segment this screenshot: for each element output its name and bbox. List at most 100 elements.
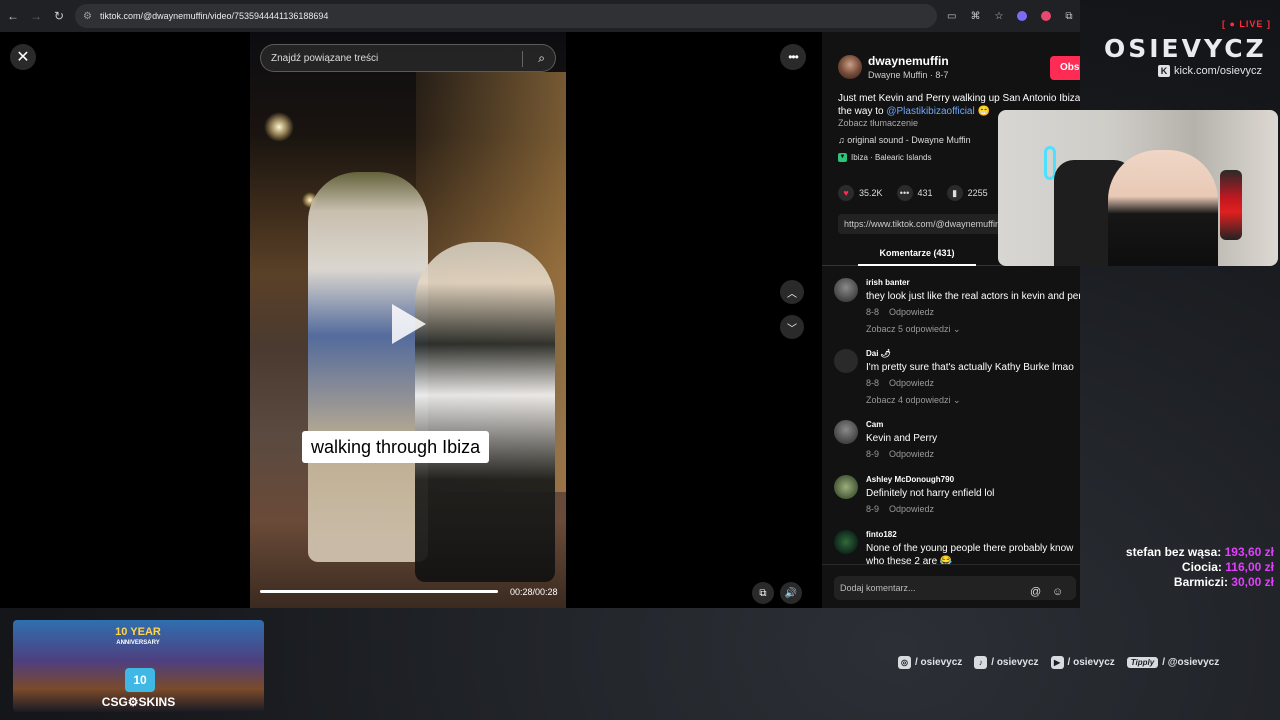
comment-username[interactable]: irish banter	[866, 278, 910, 287]
search-icon[interactable]: ⌕	[538, 51, 545, 66]
social-youtube: ▶ / osievycz	[1050, 656, 1115, 669]
sound-link[interactable]: ♫ original sound - Dwayne Muffin	[838, 135, 971, 145]
location-link[interactable]: ▼ Ibiza · Balearic Islands	[838, 153, 931, 162]
cast-icon[interactable]: ▭	[947, 11, 956, 22]
mention-link[interactable]: @Plastikibizaofficial	[886, 106, 974, 117]
previous-video-icon[interactable]: ︿	[780, 280, 804, 304]
extension-icon[interactable]	[1017, 10, 1028, 21]
youtube-icon: ▶	[1050, 656, 1064, 669]
back-icon[interactable]: ←	[3, 6, 23, 26]
play-icon[interactable]	[392, 304, 426, 344]
tab-comments[interactable]: Komentarze (431)	[858, 248, 976, 258]
comment-username[interactable]: Dai 🌶	[866, 349, 891, 358]
volume-icon[interactable]: 🔊	[780, 582, 802, 604]
author-username[interactable]: dwaynemuffin	[868, 54, 949, 68]
view-replies-button[interactable]: Zobacz 5 odpowiedzi ⌄	[866, 324, 961, 335]
save-button[interactable]: ▮ 2255	[946, 185, 988, 201]
comment-date: 8-8	[866, 378, 880, 388]
comments-count: 431	[917, 188, 933, 198]
avatar[interactable]	[834, 278, 858, 302]
comment-text: Definitely not harry enfield lol	[866, 488, 995, 499]
progress-fill	[260, 590, 498, 593]
translate-icon[interactable]: ⌘	[970, 11, 980, 22]
social-tipply: Tipply / @osievycz	[1126, 657, 1220, 668]
site-info-icon[interactable]: ⚙	[83, 11, 92, 22]
tab-underline	[858, 264, 976, 266]
live-badge: [ ● LIVE ]	[1222, 19, 1271, 29]
social-handle: / osievycz	[991, 657, 1039, 668]
author-row[interactable]: dwaynemuffin Dwayne Muffin · 8-7	[838, 54, 949, 80]
saves-count: 2255	[967, 188, 988, 198]
social-handle: / osievycz	[1067, 657, 1115, 668]
floating-player-icon[interactable]: ⧉	[752, 582, 774, 604]
mention-icon[interactable]: @	[1030, 580, 1041, 604]
browser-toolbar: ← → ↻ ⚙ tiktok.com/@dwaynemuffin/video/7…	[0, 0, 1080, 32]
add-comment-input[interactable]: Dodaj komentarz... @ ☺	[834, 576, 1076, 600]
emoji: 😁	[977, 106, 990, 117]
comment-username[interactable]: finto182	[866, 530, 897, 539]
forward-icon[interactable]: →	[26, 6, 46, 26]
sound-name: original sound - Dwayne Muffin	[847, 135, 971, 145]
extension-icon[interactable]	[1041, 10, 1052, 21]
donation-row: stefan bez wąsa: 193,60 zł	[1126, 545, 1274, 560]
extensions-puzzle-icon[interactable]: ⧉	[1065, 11, 1072, 22]
webcam-feed	[998, 110, 1278, 266]
like-button[interactable]: ♥ 35.2K	[838, 185, 883, 201]
reply-button[interactable]: Odpowiedz	[889, 504, 934, 514]
donor-name: Ciocia:	[1181, 560, 1222, 574]
comment-username[interactable]: Cam	[866, 420, 883, 429]
social-handle: / osievycz	[915, 657, 963, 668]
browser-window: ← → ↻ ⚙ tiktok.com/@dwaynemuffin/video/7…	[0, 0, 1080, 608]
video-player[interactable]: Znajdź powiązane treści ⌕ walking throug…	[250, 32, 566, 608]
avatar[interactable]	[834, 475, 858, 499]
reply-button[interactable]: Odpowiedz	[889, 449, 934, 459]
avatar[interactable]	[838, 55, 862, 79]
next-video-icon[interactable]: ﹀	[780, 315, 804, 339]
heart-icon: ♥	[838, 185, 854, 201]
banner-title: 10 YEAR	[115, 626, 161, 638]
location-pin-icon: ▼	[838, 153, 847, 162]
social-handle: / @osievycz	[1162, 657, 1220, 668]
likes-count: 35.2K	[859, 188, 883, 198]
related-search-input[interactable]: Znajdź powiązane treści ⌕	[260, 44, 556, 72]
banner-subtitle: ANNIVERSARY	[116, 640, 160, 646]
reply-button[interactable]: Odpowiedz	[889, 307, 934, 317]
streamer-brand: OSIEVYCZ	[1104, 34, 1267, 63]
video-progress-bar[interactable]	[260, 590, 498, 593]
view-replies-button[interactable]: Zobacz 4 odpowiedzi ⌄	[866, 395, 961, 406]
street-light	[264, 112, 294, 142]
avatar[interactable]	[834, 420, 858, 444]
reply-button[interactable]: Odpowiedz	[889, 378, 934, 388]
kick-url: kick.com/osievycz	[1174, 65, 1263, 77]
bookmark-star-icon[interactable]: ☆	[994, 11, 1003, 22]
address-bar[interactable]: ⚙ tiktok.com/@dwaynemuffin/video/7535944…	[75, 4, 937, 28]
comment-button[interactable]: ••• 431	[896, 185, 933, 201]
sponsor-banner: 10 YEAR ANNIVERSARY 10 CSG⚙SKINS	[13, 620, 264, 712]
donation-amount: 30,00 zł	[1231, 575, 1274, 589]
avatar[interactable]	[834, 349, 858, 373]
video-caption: walking through Ibiza	[302, 431, 490, 463]
kick-icon: K	[1158, 65, 1170, 77]
close-icon[interactable]: ✕	[10, 44, 36, 70]
video-person	[415, 242, 555, 582]
tiktok-page: ✕ Znajdź powiązane treści ⌕ walking thro…	[0, 32, 1080, 608]
reload-icon[interactable]: ↻	[49, 6, 69, 26]
banner-brand: CSG⚙SKINS	[101, 695, 176, 709]
comment-text: None of the young people there probably …	[866, 543, 1074, 554]
streamer	[1108, 150, 1218, 266]
music-note-icon: ♫	[838, 135, 848, 145]
donation-amount: 193,60 zł	[1224, 545, 1274, 559]
follow-button[interactable]: Obs	[1050, 56, 1080, 80]
donor-name: stefan bez wąsa:	[1125, 545, 1222, 559]
comment-date: 8-8	[866, 307, 880, 317]
see-translation-link[interactable]: Zobacz tłumaczenie	[838, 118, 918, 128]
emoji-icon[interactable]: ☺	[1052, 580, 1063, 604]
comment-username[interactable]: Ashley McDonough790	[866, 475, 954, 484]
donations-list: stefan bez wąsa: 193,60 zł Ciocia: 116,0…	[1126, 545, 1274, 590]
bookmark-icon: ▮	[946, 185, 963, 201]
more-options-icon[interactable]: •••	[780, 44, 806, 70]
video-time: 00:28/00:28	[510, 587, 558, 597]
avatar[interactable]	[834, 530, 858, 554]
banner-cake: 10	[125, 668, 155, 692]
tiktok-icon: ♪	[974, 656, 988, 669]
